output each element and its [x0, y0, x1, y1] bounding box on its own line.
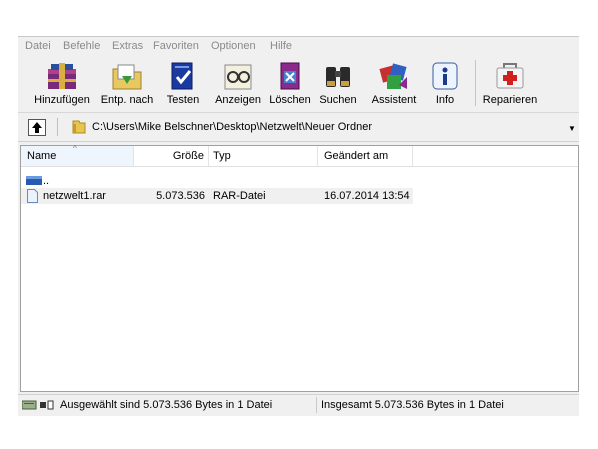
column-name[interactable]: Name ^ — [21, 144, 134, 166]
file-type: RAR-Datei — [213, 190, 266, 202]
wizard-button[interactable]: Assistent — [366, 54, 422, 112]
menu-hilfe[interactable]: Hilfe — [270, 40, 292, 52]
file-name: netzwelt1.rar — [43, 190, 106, 202]
drive-icon — [22, 400, 54, 410]
menu-bar: Datei Befehle Extras Favoriten Optionen … — [18, 36, 579, 55]
address-path[interactable]: C:\Users\Mike Belschner\Desktop\Netzwelt… — [92, 121, 372, 133]
address-bar: C:\Users\Mike Belschner\Desktop\Netzwelt… — [18, 113, 579, 142]
toolbar-separator — [475, 60, 476, 106]
glasses-view-icon — [224, 64, 252, 90]
find-button[interactable]: Suchen — [315, 54, 361, 112]
add-label: Hinzufügen — [34, 94, 90, 106]
status-total: Insgesamt 5.073.536 Bytes in 1 Datei — [321, 399, 504, 411]
sort-up-icon: ^ — [73, 144, 77, 153]
view-button[interactable]: Anzeigen — [210, 54, 266, 112]
delete-book-icon — [280, 62, 300, 90]
file-modified: 16.07.2014 13:54 — [324, 190, 410, 202]
menu-befehle[interactable]: Befehle — [63, 40, 100, 52]
up-arrow-icon — [32, 122, 42, 133]
status-selected: Ausgewählt sind 5.073.536 Bytes in 1 Dat… — [60, 399, 273, 411]
up-folder-button[interactable] — [28, 119, 46, 136]
winrar-window: Datei Befehle Extras Favoriten Optionen … — [18, 36, 579, 416]
table-row[interactable]: netzwelt1.rar 5.073.536 RAR-Datei 16.07.… — [21, 188, 413, 204]
extract-to-button[interactable]: Entp. nach — [96, 54, 158, 112]
parent-folder-label: .. — [43, 175, 50, 187]
wizard-label: Assistent — [371, 94, 417, 106]
delete-button[interactable]: Löschen — [268, 54, 312, 112]
menu-datei[interactable]: Datei — [25, 40, 51, 52]
address-separator — [57, 118, 58, 136]
toolbar: Hinzufügen Entp. nach Testen Anzeigen Lö… — [18, 54, 579, 113]
column-type[interactable]: Typ — [209, 146, 318, 166]
test-label: Testen — [166, 94, 200, 106]
parent-folder-row[interactable]: .. — [21, 173, 134, 189]
view-label: Anzeigen — [215, 94, 261, 106]
find-label: Suchen — [319, 94, 357, 106]
parent-folder-icon — [26, 176, 42, 185]
binoculars-icon — [326, 67, 350, 87]
wizard-icon — [379, 63, 407, 89]
books-add-icon — [48, 63, 76, 89]
add-button[interactable]: Hinzufügen — [30, 54, 94, 112]
info-label: Info — [435, 94, 455, 106]
menu-extras[interactable]: Extras — [112, 40, 143, 52]
info-button[interactable]: Info — [427, 54, 463, 112]
column-size[interactable]: Größe — [134, 146, 209, 166]
column-header: Name ^ Größe Typ Geändert am — [21, 144, 578, 167]
column-modified[interactable]: Geändert am — [318, 146, 413, 166]
extract-to-label: Entp. nach — [100, 94, 154, 106]
repair-button[interactable]: Reparieren — [480, 54, 540, 112]
test-button[interactable]: Testen — [160, 54, 206, 112]
file-list: Name ^ Größe Typ Geändert am .. netzwelt… — [20, 144, 579, 392]
first-aid-kit-icon — [496, 63, 524, 89]
extract-folder-icon — [112, 64, 142, 90]
menu-optionen[interactable]: Optionen — [211, 40, 256, 52]
chevron-down-icon[interactable]: ▼ — [568, 124, 576, 133]
delete-label: Löschen — [269, 94, 311, 106]
status-bar: Ausgewählt sind 5.073.536 Bytes in 1 Dat… — [18, 394, 579, 415]
menu-favoriten[interactable]: Favoriten — [153, 40, 199, 52]
file-size: 5.073.536 — [156, 190, 205, 202]
info-icon — [432, 62, 458, 90]
repair-label: Reparieren — [482, 94, 538, 106]
rar-file-icon — [27, 189, 38, 203]
test-book-icon — [171, 62, 193, 90]
status-separator — [316, 397, 317, 413]
folder-icon — [72, 120, 86, 134]
